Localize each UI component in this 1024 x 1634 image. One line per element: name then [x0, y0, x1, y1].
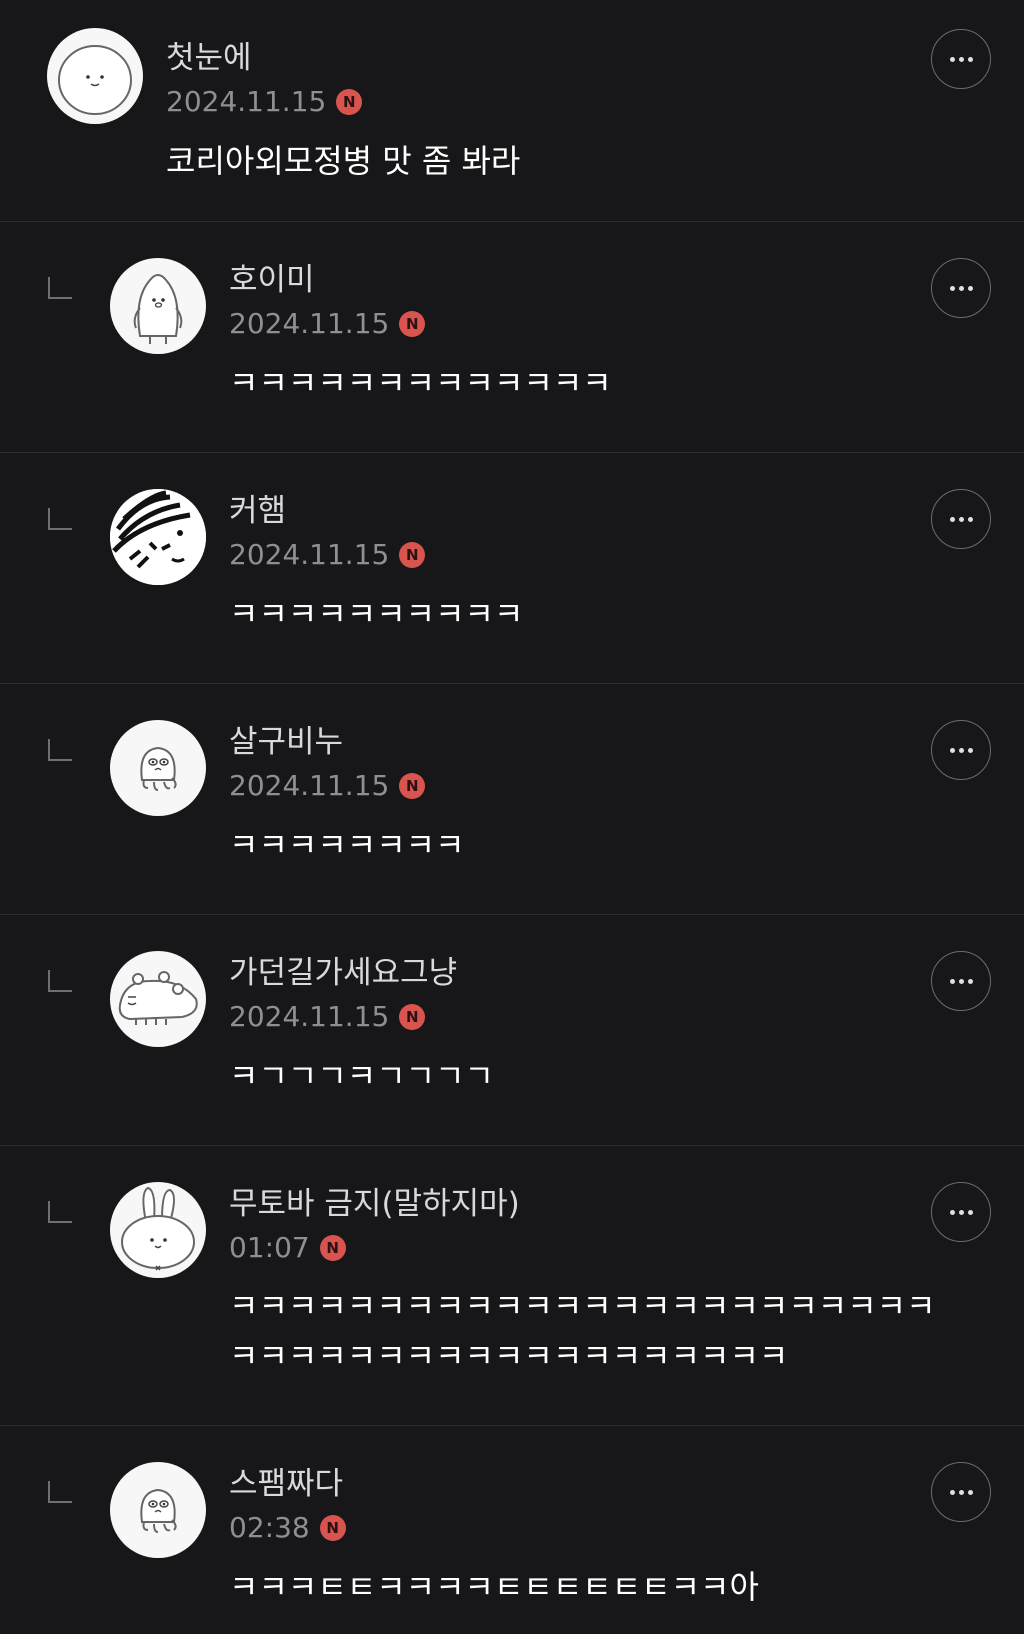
comment-nickname[interactable]: 무토바 금지(말하지마) [229, 1186, 520, 1222]
comment-meta: 2024.11.15 N [166, 84, 363, 120]
new-badge-label: N [406, 545, 419, 564]
more-options-button[interactable] [931, 1182, 991, 1242]
dot-icon [967, 978, 973, 984]
penguin-avatar[interactable] [110, 258, 206, 354]
comment-text: ㅋㅋㅋㅌㅌㅋㅋㅋㅋㅌㅌㅌㅌㅌㅌㅋㅋ아 [229, 1568, 759, 1606]
dot-icon [967, 1209, 973, 1215]
comment-text: ㅋㅋㅋㅋㅋㅋㅋㅋ [229, 826, 465, 864]
dot-icon [958, 1209, 964, 1215]
comment-meta: 01:07 N [229, 1230, 346, 1266]
comment-nickname[interactable]: 살구비누 [229, 724, 343, 760]
comment-nickname[interactable]: 스팸짜다 [229, 1466, 343, 1502]
comment-date: 2024.11.15 [229, 769, 390, 802]
reply-item: 스팸짜다 02:38 N ㅋㅋㅋㅌㅌㅋㅋㅋㅋㅌㅌㅌㅌㅌㅌㅋㅋ아 [0, 1426, 1024, 1634]
comment-text: ㅋㅋㅋㅋㅋㅋㅋㅋㅋㅋ [229, 595, 524, 633]
more-options-button[interactable] [931, 1462, 991, 1522]
comment-meta: 02:38 N [229, 1510, 346, 1546]
hamster-avatar[interactable] [110, 951, 206, 1047]
comment-meta: 2024.11.15 N [229, 768, 426, 804]
more-options-button[interactable] [931, 720, 991, 780]
comment-date: 2024.11.15 [229, 1000, 390, 1033]
new-badge-icon: N [399, 311, 426, 337]
reply-item: 살구비누 2024.11.15 N ㅋㅋㅋㅋㅋㅋㅋㅋ [0, 684, 1024, 915]
more-options-button[interactable] [931, 29, 991, 89]
comment-date: 01:07 [229, 1231, 310, 1264]
dot-icon [958, 978, 964, 984]
comment-nickname[interactable]: 커햄 [229, 493, 286, 529]
dot-icon [949, 747, 955, 753]
dot-icon [967, 516, 973, 522]
comment-nickname[interactable]: 첫눈에 [166, 40, 252, 76]
reply-arrow-icon [48, 739, 72, 761]
comment-text: ㅋㅋㅋㅋㅋㅋㅋㅋㅋㅋㅋㅋㅋ [229, 364, 612, 402]
dot-icon [949, 1209, 955, 1215]
new-badge-label: N [406, 776, 419, 795]
reply-item: 호이미 2024.11.15 N ㅋㅋㅋㅋㅋㅋㅋㅋㅋㅋㅋㅋㅋ [0, 222, 1024, 453]
dot-icon [949, 285, 955, 291]
new-badge-icon: N [399, 773, 426, 799]
more-options-button[interactable] [931, 489, 991, 549]
dot-icon [967, 285, 973, 291]
dot-icon [949, 56, 955, 62]
octopus-avatar[interactable] [110, 720, 206, 816]
new-badge-icon: N [399, 542, 426, 568]
more-options-button[interactable] [931, 258, 991, 318]
dot-icon [949, 978, 955, 984]
new-badge-icon: N [399, 1004, 426, 1030]
comment-meta: 2024.11.15 N [229, 999, 426, 1035]
reply-arrow-icon [48, 970, 72, 992]
comment-text: ㅋㅋㅋㅋㅋㅋㅋㅋㅋㅋㅋㅋㅋㅋㅋㅋㅋㅋㅋㅋㅋㅋㅋㅋ ㅋㅋㅋㅋㅋㅋㅋㅋㅋㅋㅋㅋㅋㅋㅋ… [229, 1287, 936, 1375]
dot-icon [958, 747, 964, 753]
bunny-avatar[interactable] [110, 1182, 206, 1278]
dot-icon [958, 56, 964, 62]
dot-icon [958, 285, 964, 291]
new-badge-label: N [406, 314, 419, 333]
comment-nickname[interactable]: 가던길가세요그냥 [229, 955, 457, 991]
reply-arrow-icon [48, 508, 72, 530]
new-badge-icon: N [319, 1235, 346, 1261]
comment-text: 코리아외모정병 맛 좀 봐라 [166, 142, 521, 180]
reply-item: 무토바 금지(말하지마) 01:07 N ㅋㅋㅋㅋㅋㅋㅋㅋㅋㅋㅋㅋㅋㅋㅋㅋㅋㅋㅋ… [0, 1146, 1024, 1426]
dot-icon [967, 747, 973, 753]
dot-icon [958, 516, 964, 522]
dot-icon [967, 56, 973, 62]
reply-item: 커햄 2024.11.15 N ㅋㅋㅋㅋㅋㅋㅋㅋㅋㅋ [0, 453, 1024, 684]
more-options-button[interactable] [931, 951, 991, 1011]
dot-icon [958, 1489, 964, 1495]
new-badge-label: N [406, 1007, 419, 1026]
comment-text: ㅋㄱㄱㄱㅋㄱㄱㄱㄱ [229, 1057, 494, 1095]
reply-arrow-icon [48, 1201, 72, 1223]
comment-item: 첫눈에 2024.11.15 N 코리아외모정병 맛 좀 봐라 [0, 0, 1024, 222]
new-badge-icon: N [336, 89, 363, 115]
octopus-avatar[interactable] [110, 1462, 206, 1558]
comment-date: 2024.11.15 [229, 538, 390, 571]
dot-icon [949, 1489, 955, 1495]
reply-item: 가던길가세요그냥 2024.11.15 N ㅋㄱㄱㄱㅋㄱㄱㄱㄱ [0, 915, 1024, 1146]
dot-icon [967, 1489, 973, 1495]
dot-icon [949, 516, 955, 522]
comment-meta: 2024.11.15 N [229, 306, 426, 342]
comment-date: 2024.11.15 [166, 85, 327, 118]
comment-meta: 2024.11.15 N [229, 537, 426, 573]
reply-arrow-icon [48, 277, 72, 299]
scribble-avatar[interactable] [110, 489, 206, 585]
new-badge-label: N [343, 92, 356, 111]
comment-nickname[interactable]: 호이미 [229, 262, 315, 298]
new-badge-label: N [326, 1238, 339, 1257]
comment-date: 2024.11.15 [229, 307, 390, 340]
seal-face-avatar[interactable] [47, 28, 143, 124]
new-badge-icon: N [319, 1515, 346, 1541]
comment-date: 02:38 [229, 1511, 310, 1544]
new-badge-label: N [326, 1518, 339, 1537]
reply-arrow-icon [48, 1481, 72, 1503]
